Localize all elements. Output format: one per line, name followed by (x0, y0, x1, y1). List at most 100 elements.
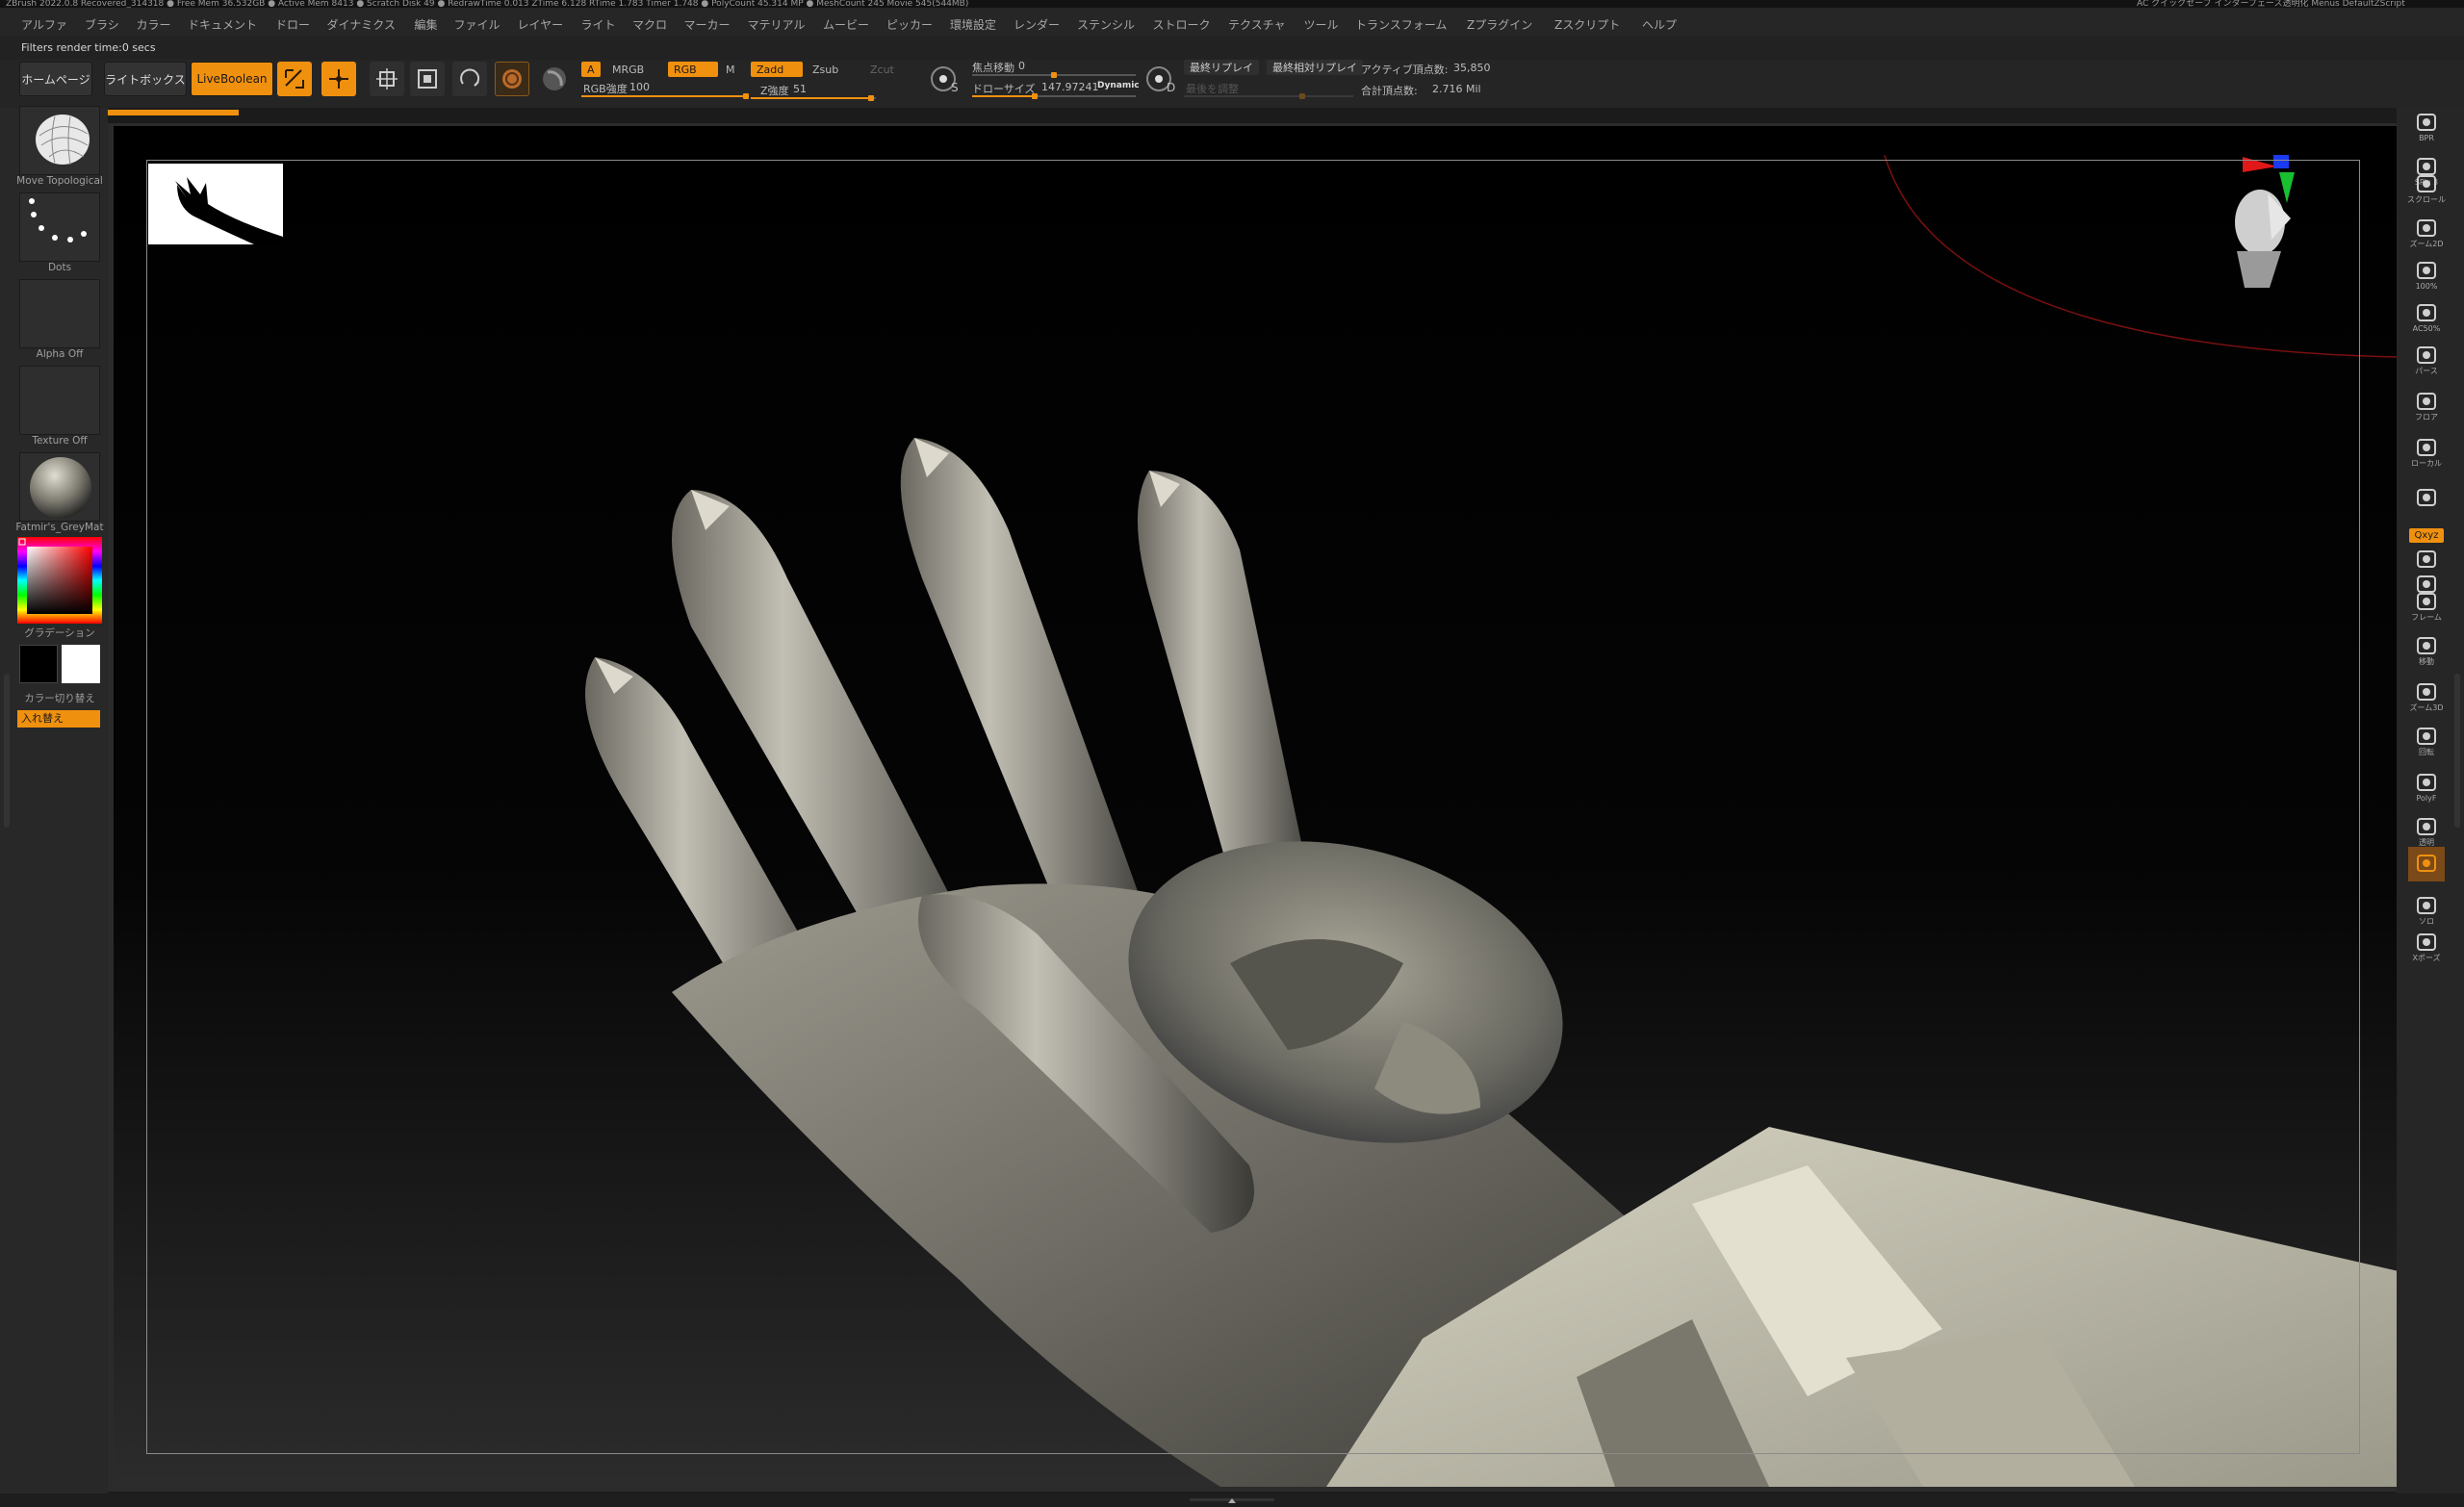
menu-item[interactable]: 環境設定 (950, 16, 996, 33)
menu-item[interactable]: ステンシル (1077, 16, 1135, 33)
liveboolean-button[interactable]: LiveBoolean (191, 62, 273, 96)
menu-item[interactable]: 編集 (415, 16, 438, 33)
material-label: Fatmir's_GreyMat (15, 522, 104, 533)
dynamic-toggle[interactable]: Dynamic (1097, 81, 1140, 90)
move-icon (2417, 636, 2436, 654)
menu-item[interactable]: マクロ (632, 16, 667, 33)
zcut-toggle[interactable]: Zcut (864, 62, 900, 77)
stroke-dots-icon (29, 198, 87, 243)
draw-size-slider[interactable] (972, 93, 1136, 99)
material-thumbnail[interactable] (19, 452, 100, 522)
z-intensity-value: 51 (793, 83, 807, 95)
mrgb-toggle[interactable]: MRGB (606, 62, 650, 77)
menu-item[interactable]: カラー (137, 16, 171, 33)
status-line: Filters render time:0 secs (0, 37, 2464, 60)
scale-button[interactable] (410, 62, 445, 96)
menu-item[interactable]: マーカー (684, 16, 731, 33)
swap-colors-button[interactable]: 入れ替え (17, 710, 100, 728)
right-tray-move-button[interactable]: 移動 (2408, 633, 2445, 668)
rotate-button[interactable] (452, 62, 487, 96)
alpha-thumbnail[interactable] (19, 279, 100, 348)
menu-item[interactable]: アルファ (21, 16, 67, 33)
menu-item[interactable]: ピッカー (886, 16, 933, 33)
homepage-button[interactable]: ホームページ (19, 62, 92, 96)
secondary-color-swatch[interactable] (62, 645, 100, 683)
switch-color-label: カラー切り替え (24, 693, 95, 704)
move-button[interactable] (370, 62, 404, 96)
right-tray-lock-button[interactable] (2408, 481, 2445, 516)
edit-button[interactable] (277, 62, 312, 96)
menu-item[interactable]: ドロー (275, 16, 310, 33)
menu-item[interactable]: ブラシ (85, 16, 119, 33)
navigator-thumbnail[interactable] (148, 164, 283, 244)
lightbox-button[interactable]: ライトボックス (104, 62, 187, 96)
replay-last-relative-button[interactable]: 最終相対リプレイ (1267, 60, 1363, 75)
replay-last-button[interactable]: 最終リプレイ (1184, 60, 1259, 75)
menu-item[interactable]: Zスクリプト (1554, 16, 1620, 33)
right-tray-label: ソロ (2419, 916, 2434, 926)
right-tray-rotate-button[interactable]: 回転 (2408, 724, 2445, 758)
menu-item[interactable]: レイヤー (518, 16, 564, 33)
texture-thumbnail[interactable] (19, 366, 100, 435)
right-tray-polyf-button[interactable]: PolyF (2408, 770, 2445, 805)
menu-item[interactable]: ムービー (823, 16, 869, 33)
menu-item[interactable]: ダイナミクス (327, 16, 396, 33)
menu-item[interactable]: トランスフォーム (1355, 16, 1447, 33)
material-sphere-button[interactable] (537, 62, 572, 96)
gradient-label: グラデーション (24, 627, 95, 639)
z-intensity-slider[interactable] (751, 95, 876, 101)
zsub-toggle[interactable]: Zsub (807, 62, 844, 77)
menu-item[interactable]: ドキュメント (188, 16, 257, 33)
bottom-tray-toggle-icon[interactable] (1190, 1495, 1274, 1505)
title-bar: ZBrush 2022.0.8 Recovered_314318 ● Free … (0, 0, 2464, 8)
menu-item[interactable]: ストローク (1153, 16, 1211, 33)
material-sphere-icon (543, 67, 566, 90)
right-tray-floor-button[interactable]: フロア (2408, 389, 2445, 423)
m-toggle[interactable]: M (720, 62, 741, 77)
color-picker[interactable] (17, 537, 102, 624)
right-tray-bpr-button[interactable]: BPR (2408, 110, 2445, 144)
right-tray-local-button[interactable]: ローカル (2408, 435, 2445, 470)
right-tray-persp-button[interactable]: パース (2408, 343, 2445, 377)
right-tray-zoom100-button[interactable]: 100% (2408, 258, 2445, 293)
z-intensity-label: Z強度 (760, 85, 789, 97)
menu-item[interactable]: Zプラグイン (1467, 16, 1532, 33)
right-tray-ac50-button[interactable]: AC50% (2408, 300, 2445, 335)
menu-item[interactable]: テクスチャ (1228, 16, 1286, 33)
rgb-toggle[interactable]: RGB (668, 62, 718, 77)
d-label: D (1167, 81, 1176, 94)
rgb-intensity-slider[interactable] (581, 93, 749, 99)
primary-color-swatch[interactable] (19, 645, 58, 683)
a-toggle[interactable]: A (581, 62, 601, 77)
draw-size-value: 147.97241 (1041, 81, 1099, 93)
lightbox-indicator (108, 110, 239, 115)
active-points-value: 35,850 (1453, 62, 1491, 74)
right-tray-handle[interactable] (2454, 674, 2460, 828)
menu-item[interactable]: マテリアル (748, 16, 806, 33)
menu-item[interactable]: ツール (1304, 16, 1339, 33)
draw-button[interactable] (321, 62, 356, 96)
right-tray-scroll-button[interactable]: スクロール (2407, 171, 2446, 206)
focal-shift-slider[interactable] (972, 72, 1136, 78)
right-tray-zoom3d-button[interactable]: ズーム3D (2408, 679, 2445, 714)
sculptris-button[interactable] (495, 62, 529, 96)
left-tray-handle[interactable] (4, 674, 10, 828)
right-tray-solo-button[interactable]: ソロ (2408, 893, 2445, 928)
menu-item[interactable]: ヘルプ (1642, 16, 1677, 33)
right-tray-transp-button[interactable]: 透明 (2408, 814, 2445, 849)
menu-item[interactable]: ファイル (454, 16, 500, 33)
stroke-thumbnail[interactable] (19, 192, 100, 262)
brush-thumbnail[interactable] (19, 106, 100, 175)
right-tray-zoom2d-button[interactable]: ズーム2D (2408, 216, 2445, 250)
right-tray-xpose-button[interactable]: Xポーズ (2408, 930, 2445, 964)
right-tray-ghost-button[interactable] (2408, 847, 2445, 881)
zoom100-icon (2417, 261, 2436, 279)
sculpt-sphere-icon (502, 69, 522, 89)
right-tray-label: 100% (2415, 281, 2438, 291)
right-tray-frame-button[interactable]: フレーム (2408, 589, 2445, 624)
menu-item[interactable]: レンダー (1014, 16, 1060, 33)
adjust-last-slider[interactable] (1184, 93, 1353, 99)
zadd-toggle[interactable]: Zadd (751, 62, 803, 77)
title-text: ZBrush 2022.0.8 Recovered_314318 ● Free … (6, 0, 969, 8)
menu-item[interactable]: ライト (581, 16, 616, 33)
